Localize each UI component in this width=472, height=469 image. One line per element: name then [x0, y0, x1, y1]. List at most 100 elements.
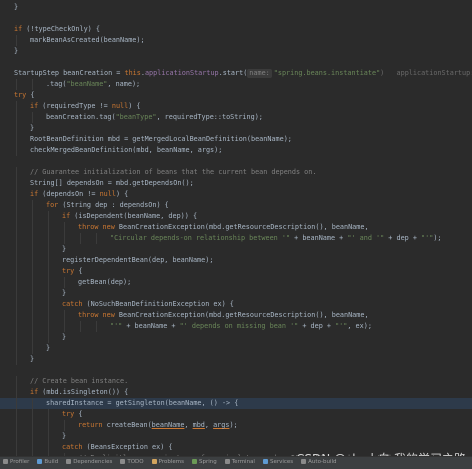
- code-token: BeanCreationException(mbd.getResourceDes…: [115, 311, 369, 319]
- code-line[interactable]: }: [0, 2, 472, 13]
- code-token: }: [46, 344, 50, 352]
- code-line[interactable]: "'" + beanName + "' depends on missing b…: [0, 321, 472, 332]
- code-text: throw new BeanCreationException(mbd.getR…: [78, 222, 369, 233]
- code-text: registerDependentBean(dep, beanName);: [62, 255, 213, 266]
- code-line[interactable]: if (!typeCheckOnly) {: [0, 24, 472, 35]
- code-token: markBeanAsCreated(beanName);: [30, 36, 145, 44]
- indent-guide: [48, 244, 49, 255]
- code-text: return createBean(beanName, mbd, args);: [78, 420, 238, 431]
- code-line[interactable]: return createBean(beanName, mbd, args);: [0, 420, 472, 431]
- code-line[interactable]: }: [0, 288, 472, 299]
- indent-guide: [16, 200, 17, 211]
- indent-guide: [32, 244, 33, 255]
- indent-guide: [16, 255, 17, 266]
- code-token: "' depends on missing bean '": [180, 322, 299, 330]
- code-line[interactable]: catch (NoSuchBeanDefinitionException ex)…: [0, 299, 472, 310]
- tool-tab-todo[interactable]: TODO: [117, 457, 148, 468]
- code-line[interactable]: markBeanAsCreated(beanName);: [0, 35, 472, 46]
- code-text: if (dependsOn != null) {: [30, 189, 128, 200]
- code-line[interactable]: try {: [0, 266, 472, 277]
- code-line[interactable]: }: [0, 244, 472, 255]
- code-text: try {: [14, 90, 34, 101]
- indent-guide: [16, 134, 17, 145]
- indent-guide: [32, 211, 33, 222]
- code-token: registerDependentBean(dep, beanName);: [62, 256, 213, 264]
- indent-guide: [48, 332, 49, 343]
- code-token: BeanCreationException(mbd.getResourceDes…: [115, 223, 369, 231]
- code-token: applicationStartup: [145, 69, 219, 77]
- code-text: }: [30, 123, 34, 134]
- code-line[interactable]: throw new BeanCreationException(mbd.getR…: [0, 310, 472, 321]
- code-token: "Circular depends-on relationship betwee…: [110, 234, 290, 242]
- code-line[interactable]: if (mbd.isSingleton()) {: [0, 387, 472, 398]
- code-token: mbd: [193, 421, 205, 429]
- code-token: "'": [421, 234, 433, 242]
- code-line[interactable]: sharedInstance = getSingleton(beanName, …: [0, 398, 472, 409]
- code-text: }: [62, 332, 66, 343]
- code-line[interactable]: }: [0, 431, 472, 442]
- code-line[interactable]: }: [0, 332, 472, 343]
- code-line[interactable]: checkMergedBeanDefinition(mbd, beanName,…: [0, 145, 472, 156]
- code-token: {: [26, 91, 34, 99]
- code-line[interactable]: if (requiredType != null) {: [0, 101, 472, 112]
- code-text: markBeanAsCreated(beanName);: [30, 35, 145, 46]
- code-line[interactable]: try {: [0, 90, 472, 101]
- code-line[interactable]: [0, 365, 472, 376]
- code-token: this: [125, 69, 141, 77]
- tool-tab-dependencies[interactable]: Dependencies: [63, 457, 117, 468]
- tool-tab-label: Spring: [199, 459, 217, 465]
- code-text: checkMergedBeanDefinition(mbd, beanName,…: [30, 145, 222, 156]
- code-token: "spring.beans.instantiate": [274, 69, 380, 77]
- code-line[interactable]: }: [0, 46, 472, 57]
- code-token: (mbd.isSingleton()) {: [38, 388, 128, 396]
- code-line[interactable]: }: [0, 123, 472, 134]
- code-line[interactable]: if (dependsOn != null) {: [0, 189, 472, 200]
- code-token: + dep +: [298, 322, 335, 330]
- indent-guide: [16, 442, 17, 453]
- tool-tab-services[interactable]: Services: [260, 457, 298, 468]
- code-editor[interactable]: } if (!typeCheckOnly) {markBeanAsCreated(…: [0, 0, 472, 456]
- tool-tab-spring[interactable]: Spring: [189, 457, 222, 468]
- code-line[interactable]: StartupStep beanCreation = this.applicat…: [0, 68, 472, 79]
- code-line[interactable]: RootBeanDefinition mbd = getMergedLocalB…: [0, 134, 472, 145]
- code-line[interactable]: "Circular depends-on relationship betwee…: [0, 233, 472, 244]
- code-text: if (!typeCheckOnly) {: [14, 24, 100, 35]
- tool-tab-build[interactable]: Build: [34, 457, 63, 468]
- indent-guide: [64, 222, 65, 233]
- code-token: if: [14, 25, 22, 33]
- indent-guide: [32, 288, 33, 299]
- indent-guide: [32, 112, 33, 123]
- code-token: if: [62, 212, 70, 220]
- code-token: , requiredType::toString);: [157, 113, 263, 121]
- indent-guide: [16, 79, 17, 90]
- tool-tab-profiler[interactable]: Profiler: [0, 457, 34, 468]
- indent-guide: [48, 288, 49, 299]
- code-token: throw new: [78, 223, 115, 231]
- code-token: StartupStep beanCreation =: [14, 69, 125, 77]
- code-token: "'": [335, 322, 347, 330]
- code-line[interactable]: getBean(dep);: [0, 277, 472, 288]
- indent-guide: [16, 310, 17, 321]
- code-line[interactable]: beanCreation.tag("beanType", requiredTyp…: [0, 112, 472, 123]
- indent-guide: [32, 398, 33, 409]
- code-line[interactable]: [0, 156, 472, 167]
- code-line[interactable]: if (isDependent(beanName, dep)) {: [0, 211, 472, 222]
- code-line[interactable]: String[] dependsOn = mbd.getDependsOn();: [0, 178, 472, 189]
- code-text: catch (NoSuchBeanDefinitionException ex)…: [62, 299, 234, 310]
- code-line[interactable]: // Create bean instance.: [0, 376, 472, 387]
- code-token: if: [30, 190, 38, 198]
- code-line[interactable]: }: [0, 343, 472, 354]
- code-line[interactable]: for (String dep : dependsOn) {: [0, 200, 472, 211]
- code-line[interactable]: [0, 13, 472, 24]
- code-line[interactable]: throw new BeanCreationException(mbd.getR…: [0, 222, 472, 233]
- tool-tab-terminal[interactable]: Terminal: [222, 457, 260, 468]
- code-line[interactable]: .tag("beanName", name);: [0, 79, 472, 90]
- indent-guide: [16, 266, 17, 277]
- tool-tab-problems[interactable]: Problems: [149, 457, 189, 468]
- code-line[interactable]: // Guarantee initialization of beans tha…: [0, 167, 472, 178]
- code-line[interactable]: [0, 57, 472, 68]
- code-line[interactable]: registerDependentBean(dep, beanName);: [0, 255, 472, 266]
- tool-tab-auto-build[interactable]: Auto-build: [298, 457, 341, 468]
- code-line[interactable]: }: [0, 354, 472, 365]
- code-line[interactable]: try {: [0, 409, 472, 420]
